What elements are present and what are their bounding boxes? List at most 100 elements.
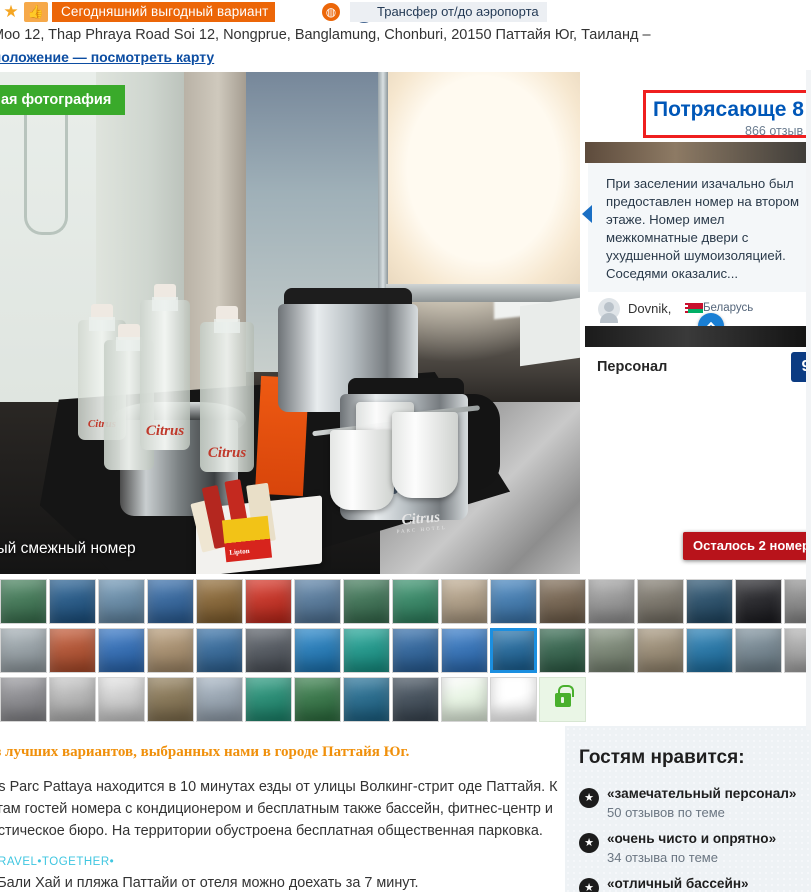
watermark: •TRAVEL•TOGETHER• xyxy=(0,856,115,868)
gallery-thumbnail[interactable] xyxy=(490,579,537,624)
photo-cup xyxy=(330,430,394,510)
gallery-thumbnail[interactable] xyxy=(49,628,96,673)
gallery-thumbnail[interactable] xyxy=(490,628,537,673)
gallery-thumbnail[interactable] xyxy=(245,628,292,673)
list-item-label: «очень чисто и опрятно» xyxy=(607,831,777,846)
gallery-thumbnail[interactable] xyxy=(196,628,243,673)
gallery-thumbnail[interactable] xyxy=(98,628,145,673)
gallery-thumbnail[interactable] xyxy=(441,628,488,673)
list-item-count: 50 отзывов по теме xyxy=(607,805,725,820)
thumbnail-row xyxy=(0,628,811,673)
photo-thumbnail-gallery xyxy=(0,574,811,726)
gallery-thumbnail[interactable] xyxy=(245,579,292,624)
gallery-thumbnail[interactable] xyxy=(441,579,488,624)
gallery-thumbnail[interactable] xyxy=(490,677,537,722)
star-badge-icon: ★ xyxy=(579,878,599,892)
tray-brand-logo: Citrus PARC HOTEL xyxy=(395,509,447,535)
gallery-thumbnail[interactable] xyxy=(0,579,47,624)
gallery-thumbnail[interactable] xyxy=(196,677,243,722)
photo-water-bottle: Citrus xyxy=(140,284,190,450)
gallery-thumbnail[interactable] xyxy=(735,628,782,673)
gallery-thumbnail[interactable] xyxy=(49,579,96,624)
annotation-highlight-box xyxy=(643,90,811,138)
gallery-thumbnail[interactable] xyxy=(343,677,390,722)
gallery-thumbnail[interactable] xyxy=(637,628,684,673)
panel-photo-strip xyxy=(585,142,811,163)
panel-photo-strip xyxy=(585,326,811,347)
star-badge-icon: ★ xyxy=(579,788,599,808)
gallery-thumbnail[interactable] xyxy=(294,579,341,624)
thumbnail-row xyxy=(0,579,811,624)
gallery-thumbnail[interactable] xyxy=(98,579,145,624)
gallery-thumbnail[interactable] xyxy=(49,677,96,722)
gallery-thumbnail[interactable] xyxy=(294,677,341,722)
photo-cup xyxy=(392,412,458,498)
gallery-thumbnail[interactable] xyxy=(343,579,390,624)
guests-like-panel: Гостям нравится: ★ «замечательный персон… xyxy=(565,726,811,892)
photo-counter-edge xyxy=(386,284,580,302)
globe-icon[interactable]: ◍ xyxy=(322,3,340,21)
list-item-label: «отличный бассейн» xyxy=(607,876,749,891)
gallery-thumbnail[interactable] xyxy=(147,677,194,722)
gallery-thumbnail[interactable] xyxy=(245,677,292,722)
gallery-thumbnail[interactable] xyxy=(392,579,439,624)
list-item-count: 34 отзыва по теме xyxy=(607,850,718,865)
deal-badge[interactable]: Сегодняшний выгодный вариант xyxy=(52,2,276,22)
gallery-thumbnail[interactable] xyxy=(196,579,243,624)
list-item-label: «замечательный персонал» xyxy=(607,786,797,801)
gallery-thumbnail[interactable] xyxy=(441,677,488,722)
gallery-thumbnail[interactable] xyxy=(539,579,586,624)
photo-tissue-box xyxy=(520,297,580,367)
description-paragraph: Citrus Parc Pattaya находится в 10 минут… xyxy=(0,779,558,839)
main-hotel-photo[interactable]: Citrus Citrus Citrus Lipton Citrus PARC … xyxy=(0,72,580,574)
star-badge-icon: ★ xyxy=(579,833,599,853)
show-on-map-link[interactable]: ное расположение — посмотреть карту xyxy=(0,49,340,66)
top-badge-bar: ★ 👍 Сегодняшний выгодный вариант ◍ ⛟ Тра… xyxy=(0,0,811,24)
gallery-thumbnail[interactable] xyxy=(0,677,47,722)
bottle-logo: Citrus xyxy=(145,423,185,439)
bottle-logo: Citrus xyxy=(207,445,247,461)
gallery-thumbnail[interactable] xyxy=(294,628,341,673)
gallery-thumbnail[interactable] xyxy=(588,628,635,673)
review-text: При заселении изачально был предоставлен… xyxy=(606,176,800,281)
staff-score-row: Персонал xyxy=(585,347,811,389)
gallery-thumbnail[interactable] xyxy=(392,677,439,722)
description-heading: дин из лучших вариантов, выбранных нами … xyxy=(0,744,410,760)
avatar xyxy=(598,298,620,323)
belarus-flag-icon xyxy=(685,303,703,313)
description-cut-line: рса Бали Хай и пляжа Паттайи от отеля мо… xyxy=(0,875,419,891)
main-photo-badge: лавная фотография xyxy=(0,85,126,115)
gallery-thumbnail[interactable] xyxy=(735,579,782,624)
photo-lamp-glow xyxy=(386,72,580,287)
page-right-edge xyxy=(806,70,811,730)
guests-like-title: Гостям нравится: xyxy=(579,747,745,768)
gallery-thumbnail[interactable] xyxy=(637,579,684,624)
gallery-thumbnail[interactable] xyxy=(98,677,145,722)
gallery-locked-thumbnail[interactable] xyxy=(539,677,586,722)
thumbs-up-icon[interactable]: 👍 xyxy=(24,2,48,22)
hotel-address: Moo 12, Thap Phraya Road Soi 12, Nongpru… xyxy=(0,27,651,43)
reviewer-name: Dovnik, xyxy=(628,301,672,316)
gallery-thumbnail[interactable] xyxy=(588,579,635,624)
gallery-thumbnail[interactable] xyxy=(686,579,733,624)
photo-towel-rail xyxy=(24,112,68,235)
star-icon[interactable]: ★ xyxy=(2,3,20,21)
gallery-thumbnail[interactable] xyxy=(0,628,47,673)
photo-water-bottle: Citrus xyxy=(200,306,254,472)
prev-review-arrow[interactable] xyxy=(582,205,592,223)
bottle-neck xyxy=(89,317,115,331)
lock-icon xyxy=(554,684,574,707)
gallery-thumbnail[interactable] xyxy=(686,628,733,673)
gallery-thumbnail[interactable] xyxy=(343,628,390,673)
staff-label: Персонал xyxy=(597,359,668,375)
photo-lipton-teabag: Lipton xyxy=(221,515,273,563)
gallery-thumbnail[interactable] xyxy=(147,628,194,673)
bottle-neck xyxy=(116,337,142,351)
gallery-thumbnail[interactable] xyxy=(539,628,586,673)
gallery-thumbnail[interactable] xyxy=(392,628,439,673)
lipton-label: Lipton xyxy=(228,546,250,557)
page-root: ★ 👍 Сегодняшний выгодный вариант ◍ ⛟ Тра… xyxy=(0,0,811,892)
gallery-thumbnail[interactable] xyxy=(147,579,194,624)
transfer-chip[interactable]: Трансфер от/до аэропорта xyxy=(350,2,547,22)
room-type-caption: мейный смежный номер xyxy=(0,540,136,557)
